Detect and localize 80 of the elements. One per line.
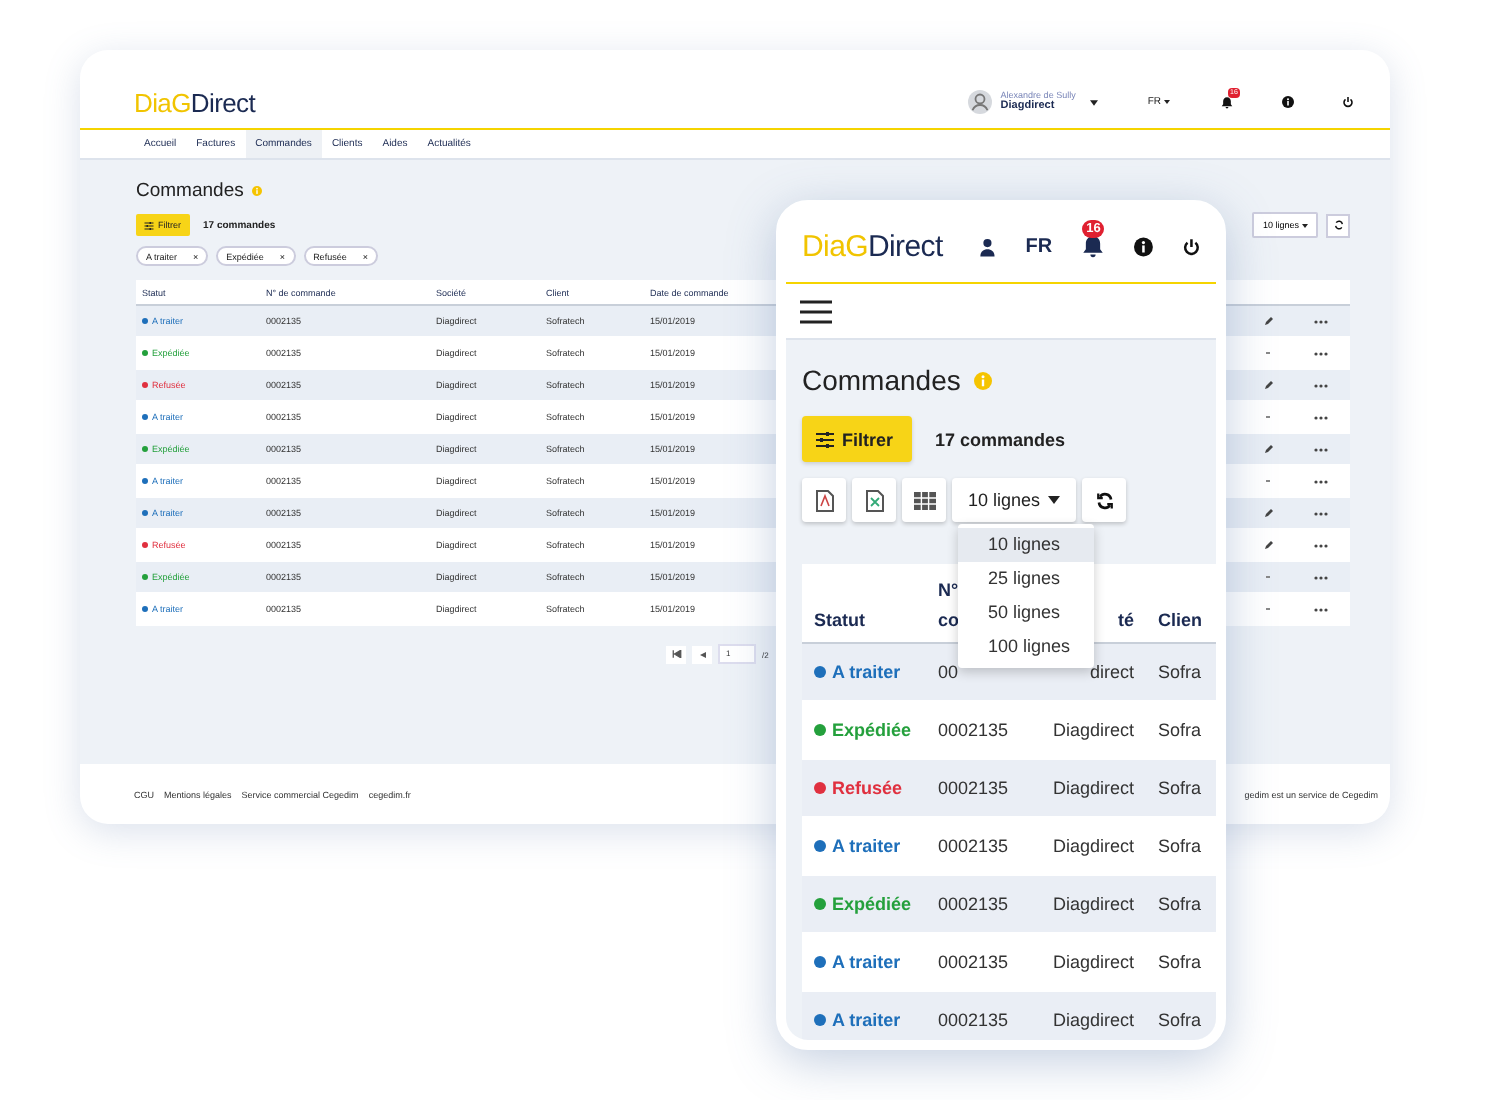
status-cell: A traiter — [814, 952, 938, 972]
sliders-icon — [144, 221, 154, 229]
status-cell: A traiter — [814, 836, 938, 856]
bell-icon[interactable] — [1220, 95, 1234, 109]
first-page-icon — [671, 650, 681, 658]
refresh-button[interactable] — [1326, 213, 1350, 237]
info-icon[interactable] — [1134, 235, 1154, 257]
pencil-icon[interactable] — [1263, 444, 1273, 454]
logo: DiaGDirect — [134, 89, 256, 115]
table-cell: 00 — [938, 662, 959, 682]
column-header: N° co — [938, 578, 960, 634]
page-title: Commandes — [802, 364, 961, 396]
refresh-icon — [1333, 220, 1343, 230]
refresh-icon — [1095, 491, 1113, 509]
table-cell: 0002135 — [938, 952, 1009, 972]
table-cell: Sofra — [1158, 1010, 1202, 1030]
menu-icon[interactable] — [800, 299, 832, 323]
status-cell: Expédiée — [814, 720, 938, 740]
status-cell: Refusée — [814, 778, 938, 798]
table-cell: 0002135 — [938, 836, 1009, 856]
avatar-icon[interactable] — [968, 90, 993, 114]
caret-icon — [1302, 223, 1308, 227]
user-icon[interactable] — [978, 235, 998, 257]
bell-icon[interactable] — [1080, 233, 1107, 259]
pencil-icon[interactable] — [1263, 508, 1273, 518]
table-cell: Diagdirect — [1052, 1010, 1134, 1030]
table-cell: 0002135 — [938, 1010, 1009, 1030]
pencil-icon[interactable] — [1263, 540, 1273, 550]
table-cell: 0002135 — [938, 720, 1009, 740]
table-cell: Diagdirect — [1052, 836, 1134, 856]
previous-page-button[interactable] — [692, 645, 712, 663]
left-arrow-icon — [699, 651, 705, 657]
table-cell: Sofra — [1158, 662, 1202, 682]
column-header: Statut — [814, 607, 865, 634]
excel-export-button[interactable] — [852, 478, 896, 522]
table-cell: Sofra — [1158, 778, 1202, 798]
caret-icon — [1048, 496, 1061, 504]
spreadsheet-file-icon — [865, 489, 883, 511]
table-cell: direct — [1089, 662, 1134, 682]
caret-icon[interactable] — [1089, 99, 1098, 105]
sliders-icon — [816, 431, 834, 447]
pencil-icon[interactable] — [1263, 380, 1273, 390]
caret-icon — [1164, 100, 1170, 104]
language-selector[interactable]: FR — [1025, 235, 1053, 257]
menu-option[interactable]: 25 lignes — [958, 562, 1094, 596]
pdf-export-button[interactable] — [802, 478, 846, 522]
table-cell: Diagdirect — [1052, 952, 1134, 972]
table-cell: 0002135 — [938, 894, 1009, 914]
info-icon — [251, 185, 262, 195]
table-cell: Diagdirect — [1052, 720, 1134, 740]
table-cell: Sofra — [1158, 720, 1202, 740]
column-header: té — [1117, 607, 1134, 634]
table-cell: Sofra — [1158, 894, 1202, 914]
menu-option[interactable]: 10 lignes — [958, 528, 1094, 562]
pencil-icon[interactable] — [1263, 316, 1273, 326]
table-cell: 0002135 — [938, 778, 1009, 798]
info-icon[interactable] — [1282, 96, 1294, 108]
page-title: Commandes — [136, 179, 244, 201]
status-cell: A traiter — [814, 662, 938, 682]
columns-button[interactable] — [902, 478, 946, 522]
pdf-file-icon — [815, 489, 833, 511]
refresh-button[interactable] — [1082, 478, 1126, 522]
first-page-button[interactable] — [666, 645, 686, 663]
filter-button[interactable]: Filtrer — [802, 416, 912, 462]
power-icon[interactable] — [1181, 235, 1201, 257]
order-count: 17 commandes — [935, 429, 1066, 449]
menu-option[interactable]: 100 lignes — [958, 630, 1094, 664]
status-cell: Expédiée — [814, 894, 938, 914]
page-size-select[interactable]: 10 lignes — [952, 478, 1076, 522]
table-cell: Sofra — [1158, 952, 1202, 972]
table-cell: Diagdirect — [1052, 894, 1134, 914]
table-cell: Diagdirect — [1052, 778, 1134, 798]
menu-option[interactable]: 50 lignes — [958, 596, 1094, 630]
logo: DiaGDirect — [802, 231, 943, 261]
column-header: Clien — [1158, 607, 1203, 634]
info-icon — [974, 371, 993, 389]
power-icon[interactable] — [1342, 96, 1354, 108]
status-cell: A traiter — [814, 1010, 938, 1030]
table-cell: Sofra — [1158, 836, 1202, 856]
table-icon — [913, 491, 935, 509]
